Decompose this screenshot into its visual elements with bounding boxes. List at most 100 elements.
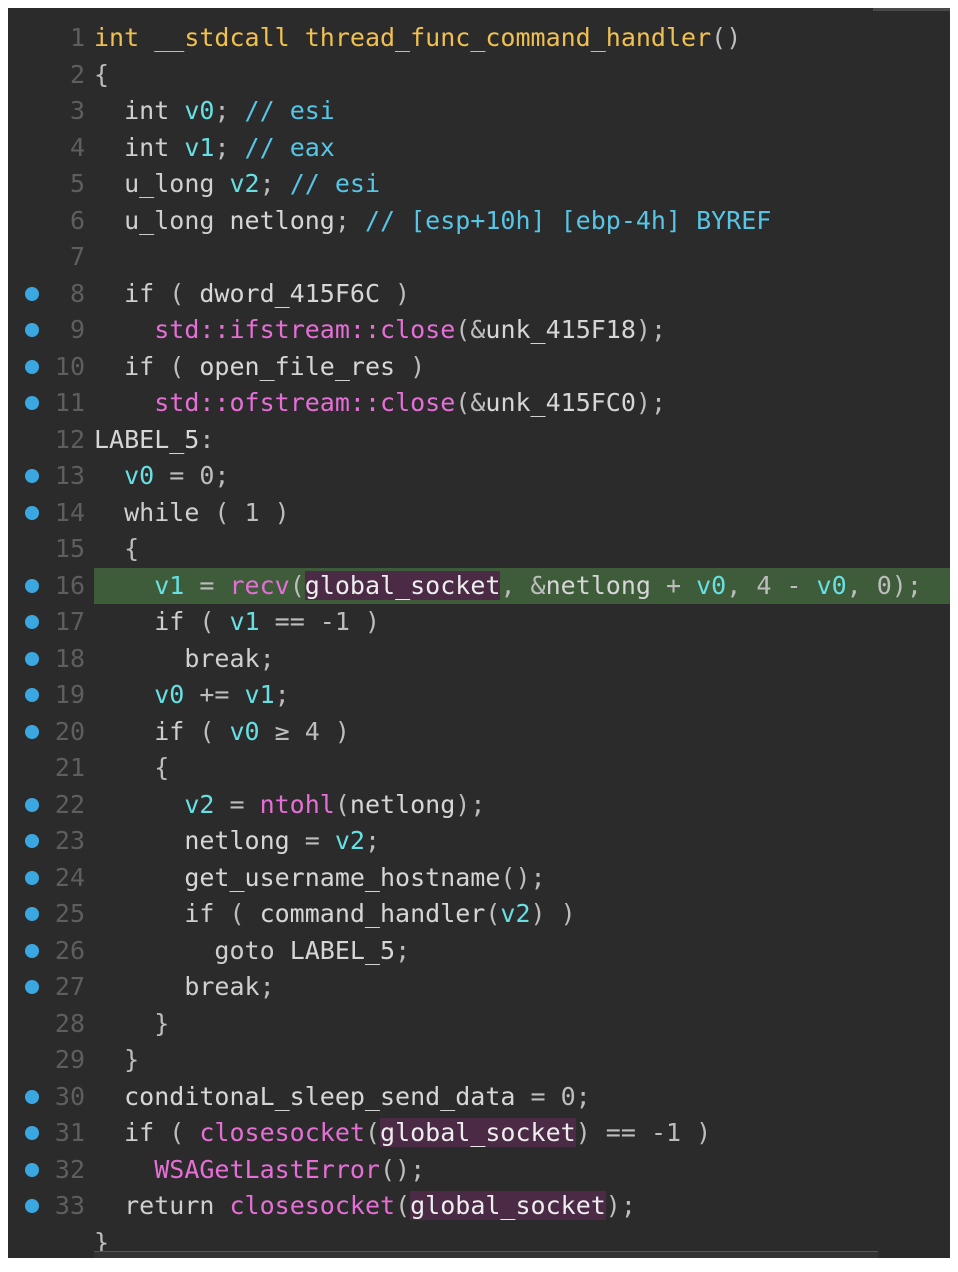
breakpoint-icon[interactable] <box>25 578 39 593</box>
code-line[interactable]: 21 { <box>8 750 950 787</box>
code-line[interactable]: 27 break; <box>8 969 950 1006</box>
code-text[interactable]: u_long netlong; // [esp+10h] [ebp-4h] BY… <box>94 203 950 240</box>
code-text[interactable]: v2 = ntohl(netlong); <box>94 787 950 824</box>
code-line[interactable]: 24 get_username_hostname(); <box>8 860 950 897</box>
breakpoint-icon[interactable] <box>25 1199 39 1213</box>
code-text[interactable]: int __stdcall thread_func_command_handle… <box>94 20 950 57</box>
breakpoint-icon[interactable] <box>25 1089 39 1104</box>
code-line[interactable]: 16 v1 = recv(global_socket, &netlong + v… <box>8 567 950 604</box>
code-line[interactable]: 18 break; <box>8 641 950 678</box>
code-text[interactable]: goto LABEL_5; <box>94 933 950 970</box>
code-line[interactable]: 9 std::ifstream::close(&unk_415F18); <box>8 312 950 349</box>
code-text[interactable]: int v0; // esi <box>94 93 950 130</box>
code-text[interactable]: WSAGetLastError(); <box>94 1152 950 1189</box>
code-line[interactable]: 4 int v1; // eax <box>8 130 950 167</box>
breakpoint-icon[interactable] <box>25 359 39 374</box>
breakpoint-icon[interactable] <box>25 1126 39 1140</box>
code-text[interactable]: if ( open_file_res ) <box>94 349 950 386</box>
horizontal-scrollbar[interactable] <box>94 1251 878 1258</box>
code-text[interactable]: { <box>94 531 950 568</box>
code-text[interactable]: int v1; // eax <box>94 130 950 167</box>
line-number: 19 <box>54 680 85 709</box>
code-text[interactable]: v0 += v1; <box>94 677 950 714</box>
breakpoint-icon[interactable] <box>25 615 39 629</box>
code-line[interactable]: 31 if ( closesocket(global_socket) == -1… <box>8 1115 950 1152</box>
code-text[interactable]: if ( closesocket(global_socket) == -1 ) <box>94 1115 950 1152</box>
breakpoint-icon[interactable] <box>25 688 39 702</box>
breakpoint-icon[interactable] <box>25 469 39 483</box>
line-number: 28 <box>54 1008 85 1038</box>
code-text[interactable]: u_long v2; // esi <box>94 166 950 203</box>
breakpoint-icon[interactable] <box>25 834 39 848</box>
code-text[interactable]: while ( 1 ) <box>94 495 950 532</box>
code-line[interactable]: 14 while ( 1 ) <box>8 495 950 532</box>
code-line[interactable]: 25 if ( command_handler(v2) ) <box>8 896 950 933</box>
code-text[interactable]: v1 = recv(global_socket, &netlong + v0, … <box>94 567 950 604</box>
code-text[interactable]: } <box>94 1042 950 1079</box>
code-text[interactable]: netlong = v2; <box>94 823 950 860</box>
line-number: 13 <box>54 461 85 490</box>
breakpoint-icon[interactable] <box>25 980 39 994</box>
code-line[interactable]: 20 if ( v0 ≥ 4 ) <box>8 714 950 751</box>
code-text[interactable]: { <box>94 57 950 94</box>
code-line[interactable]: 19 v0 += v1; <box>8 677 950 714</box>
line-number: 6 <box>69 205 85 235</box>
code-line[interactable]: 10 if ( open_file_res ) <box>8 349 950 386</box>
code-line[interactable]: 28 } <box>8 1006 950 1043</box>
code-text[interactable]: get_username_hostname(); <box>94 860 950 897</box>
code-line[interactable]: 17 if ( v1 == -1 ) <box>8 604 950 641</box>
code-line[interactable]: 13 v0 = 0; <box>8 458 950 495</box>
code-line[interactable]: 12 LABEL_5: <box>8 422 950 459</box>
code-line[interactable]: 7 <box>8 239 950 276</box>
breakpoint-icon[interactable] <box>25 323 39 337</box>
line-number: 23 <box>54 826 85 855</box>
code-line[interactable]: 1 int __stdcall thread_func_command_handl… <box>8 20 950 57</box>
code-text[interactable]: LABEL_5: <box>94 422 950 459</box>
breakpoint-icon[interactable] <box>25 797 39 812</box>
line-number: 11 <box>54 388 85 417</box>
code-line[interactable]: 15 { <box>8 531 950 568</box>
line-number: 29 <box>54 1045 85 1074</box>
line-number: 10 <box>54 351 85 381</box>
breakpoint-icon[interactable] <box>25 286 39 301</box>
breakpoint-icon[interactable] <box>25 651 39 666</box>
code-text[interactable]: if ( v0 ≥ 4 ) <box>94 714 950 751</box>
code-line[interactable]: 33 return closesocket(global_socket); <box>8 1188 950 1225</box>
code-line[interactable]: 29 } <box>8 1042 950 1079</box>
code-line[interactable]: 32 WSAGetLastError(); <box>8 1152 950 1189</box>
code-text[interactable]: std::ofstream::close(&unk_415FC0); <box>94 385 950 422</box>
code-line[interactable]: 3 int v0; // esi <box>8 93 950 130</box>
breakpoint-icon[interactable] <box>25 943 39 958</box>
code-text[interactable]: break; <box>94 969 950 1006</box>
code-text[interactable]: return closesocket(global_socket); <box>94 1188 950 1225</box>
code-text[interactable]: { <box>94 750 950 787</box>
breakpoint-icon[interactable] <box>25 870 39 885</box>
line-number: 12 <box>54 424 85 454</box>
breakpoint-icon[interactable] <box>25 396 39 410</box>
line-number: 8 <box>69 278 85 308</box>
code-line[interactable]: 11 std::ofstream::close(&unk_415FC0); <box>8 385 950 422</box>
code-text[interactable]: if ( command_handler(v2) ) <box>94 896 950 933</box>
code-text[interactable]: } <box>94 1006 950 1043</box>
code-line[interactable]: 23 netlong = v2; <box>8 823 950 860</box>
breakpoint-icon[interactable] <box>25 724 39 739</box>
line-number: 30 <box>54 1081 85 1111</box>
code-line[interactable]: 30 conditonaL_sleep_send_data = 0; <box>8 1079 950 1116</box>
code-line[interactable]: 2{ <box>8 57 950 94</box>
code-line[interactable]: 6 u_long netlong; // [esp+10h] [ebp-4h] … <box>8 203 950 240</box>
code-line[interactable]: 26 goto LABEL_5; <box>8 933 950 970</box>
line-number: 4 <box>69 132 85 162</box>
code-line[interactable]: 8 if ( dword_415F6C ) <box>8 276 950 313</box>
code-text[interactable]: break; <box>94 641 950 678</box>
code-line[interactable]: 5 u_long v2; // esi <box>8 166 950 203</box>
breakpoint-icon[interactable] <box>25 505 39 520</box>
pseudocode-view[interactable]: 1 int __stdcall thread_func_command_handl… <box>8 8 950 1258</box>
code-text[interactable]: std::ifstream::close(&unk_415F18); <box>94 312 950 349</box>
code-text[interactable]: conditonaL_sleep_send_data = 0; <box>94 1079 950 1116</box>
code-text[interactable]: if ( dword_415F6C ) <box>94 276 950 313</box>
code-line[interactable]: 22 v2 = ntohl(netlong); <box>8 787 950 824</box>
code-text[interactable]: if ( v1 == -1 ) <box>94 604 950 641</box>
code-text[interactable]: v0 = 0; <box>94 458 950 495</box>
breakpoint-icon[interactable] <box>25 1162 39 1177</box>
breakpoint-icon[interactable] <box>25 907 39 921</box>
